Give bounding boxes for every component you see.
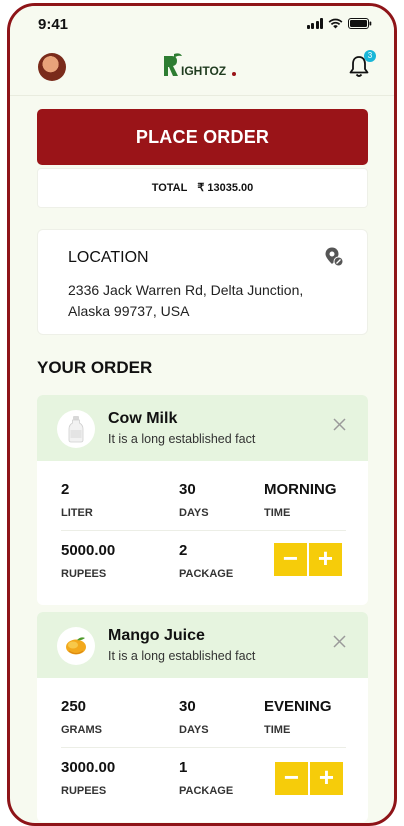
phone-frame: 9:41 IGHTOZ 3 PLACE ORDER TOTAL ₹ 13035.… — [7, 3, 397, 826]
decrement-button[interactable]: − — [274, 543, 307, 576]
package-stepper: − + — [275, 762, 343, 795]
order-card-header: Cow Milk It is a long established fact — [37, 395, 368, 461]
status-time: 9:41 — [38, 16, 69, 33]
product-name: Mango Juice — [108, 627, 205, 644]
package-label: PACKAGE — [179, 785, 234, 797]
location-address: 2336 Jack Warren Rd, Delta Junction, Ala… — [68, 282, 304, 319]
status-icons — [306, 18, 373, 29]
order-card-header: Mango Juice It is a long established fac… — [37, 612, 368, 678]
time-label: TIME — [264, 507, 291, 519]
order-section-title: YOUR ORDER — [37, 358, 153, 377]
package-value: 1 — [179, 759, 188, 776]
price-field: 5000.00 RUPEES — [61, 542, 115, 580]
time-label: TIME — [264, 724, 291, 736]
quantity-field: 250 GRAMS — [61, 698, 102, 736]
location-title: LOCATION — [68, 249, 149, 266]
quantity-value: 2 — [61, 481, 70, 498]
price-label: RUPEES — [61, 785, 107, 797]
increment-button[interactable]: + — [310, 762, 343, 795]
remove-item-button[interactable] — [333, 415, 346, 435]
package-field: 2 PACKAGE — [179, 542, 233, 580]
notification-button[interactable]: 3 — [348, 50, 376, 83]
time-value: MORNING — [264, 481, 337, 498]
app-header: IGHTOZ 3 — [10, 44, 394, 96]
price-value: 3000.00 — [61, 759, 116, 776]
place-order-button[interactable]: PLACE ORDER — [37, 109, 368, 165]
battery-icon — [348, 18, 372, 29]
increment-button[interactable]: + — [309, 543, 342, 576]
user-avatar[interactable] — [38, 53, 66, 81]
total-label: TOTAL — [151, 182, 188, 194]
wifi-icon — [328, 18, 343, 29]
time-field: MORNING TIME — [264, 481, 337, 519]
price-label: RUPEES — [61, 568, 107, 580]
product-description: It is a long established fact — [108, 432, 256, 446]
close-icon — [333, 635, 346, 648]
order-total: TOTAL ₹ 13035.00 — [37, 168, 368, 208]
product-image — [57, 627, 95, 665]
header-divider — [10, 95, 394, 96]
days-field: 30 DAYS — [179, 698, 209, 736]
svg-text:IGHTOZ: IGHTOZ — [181, 64, 226, 78]
remove-item-button[interactable] — [333, 632, 346, 652]
days-value: 30 — [179, 698, 196, 715]
brand-logo: IGHTOZ — [162, 52, 242, 87]
time-value: EVENING — [264, 698, 332, 715]
quantity-unit: LITER — [61, 507, 93, 519]
close-icon — [333, 418, 346, 431]
decrement-button[interactable]: − — [275, 762, 308, 795]
package-label: PACKAGE — [179, 568, 234, 580]
edit-location-button[interactable] — [323, 246, 345, 273]
status-bar: 9:41 — [10, 6, 394, 44]
package-field: 1 PACKAGE — [179, 759, 233, 797]
package-stepper: − + — [274, 543, 342, 576]
location-card: LOCATION 2336 Jack Warren Rd, Delta Junc… — [37, 229, 368, 335]
order-card: Cow Milk It is a long established fact 2… — [37, 395, 368, 605]
product-name: Cow Milk — [108, 410, 178, 427]
quantity-value: 250 — [61, 698, 87, 715]
days-value: 30 — [179, 481, 196, 498]
milk-bottle-icon — [68, 416, 84, 443]
days-field: 30 DAYS — [179, 481, 209, 519]
total-value: ₹ 13035.00 — [197, 182, 254, 194]
order-card: Mango Juice It is a long established fac… — [37, 612, 368, 822]
row-divider — [61, 530, 346, 531]
product-description: It is a long established fact — [108, 649, 256, 663]
time-field: EVENING TIME — [264, 698, 332, 736]
signal-icon — [306, 18, 323, 29]
location-pin-icon — [325, 247, 344, 267]
product-image — [57, 410, 95, 448]
mango-icon — [66, 637, 86, 655]
notification-badge: 3 — [364, 50, 376, 62]
quantity-field: 2 LITER — [61, 481, 93, 519]
quantity-unit: GRAMS — [61, 724, 102, 736]
days-label: DAYS — [179, 724, 209, 736]
row-divider — [61, 747, 346, 748]
price-value: 5000.00 — [61, 542, 116, 559]
days-label: DAYS — [179, 507, 209, 519]
price-field: 3000.00 RUPEES — [61, 759, 115, 797]
package-value: 2 — [179, 542, 188, 559]
